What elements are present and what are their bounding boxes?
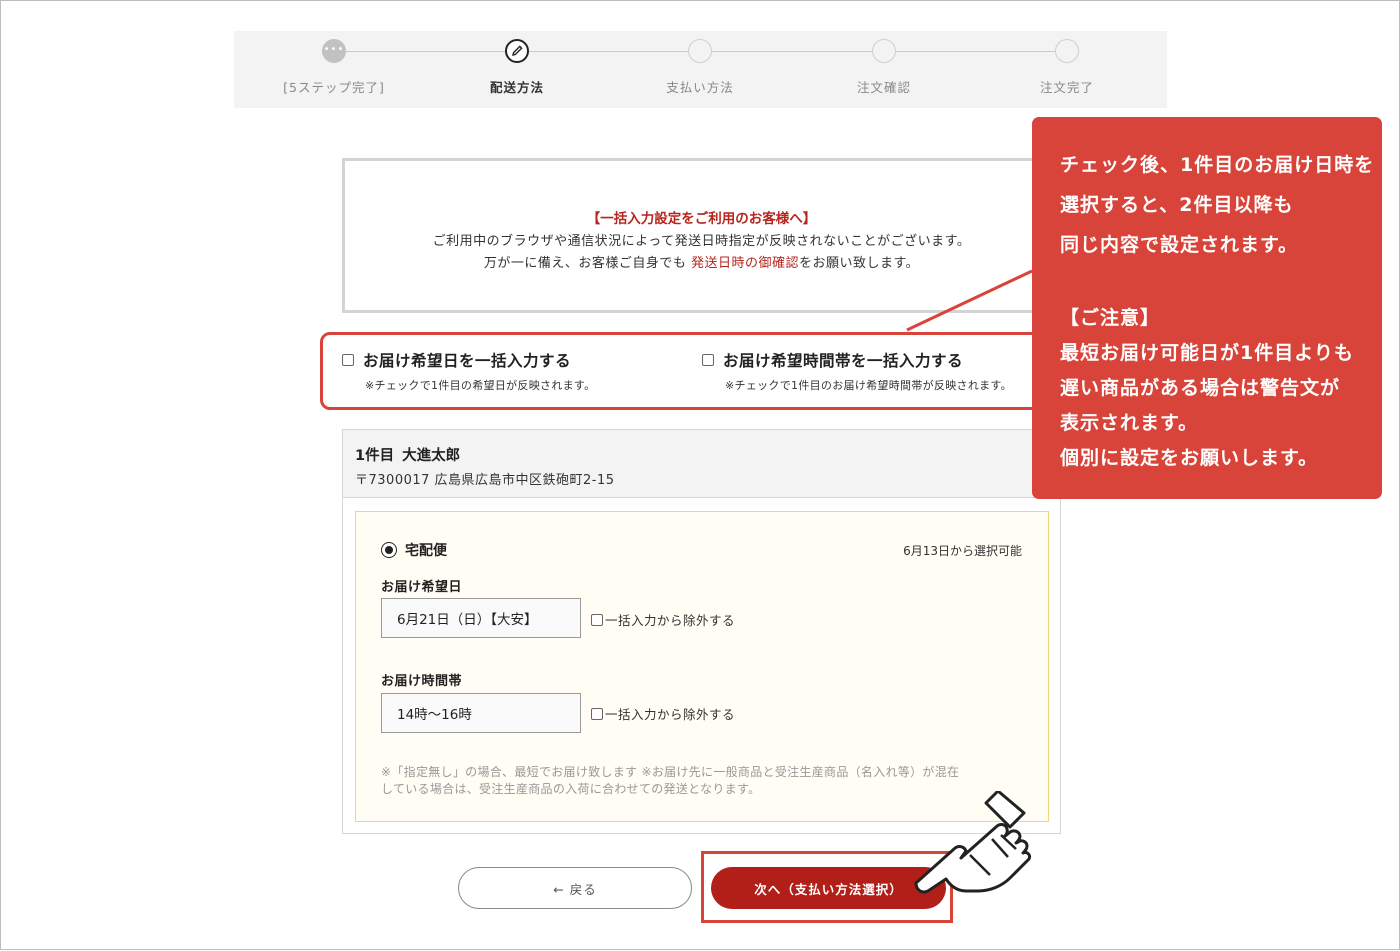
check-shipping-link[interactable]: 発送日時の御確認 — [691, 256, 799, 271]
delivery-time-label: お届け時間帯 — [381, 674, 463, 689]
notice-line: ご利用中のブラウザや通信状況によって発送日時指定が反映されないことがございます。 — [432, 234, 971, 249]
exclude-date-option[interactable]: 一括入力から除外する — [591, 610, 735, 629]
recipient-name-text: 大進太郎 — [402, 448, 461, 464]
delivery-date-label: お届け希望日 — [381, 580, 463, 595]
notice-title: 【一括入力設定をご利用のお客様へ】 — [586, 211, 817, 227]
callout-caution-title: 【ご注意】 — [1060, 307, 1161, 329]
step-circle — [872, 39, 896, 63]
back-button[interactable]: ← 戻る — [458, 867, 692, 909]
callout-text: 選択すると、2件目以降も — [1060, 194, 1294, 216]
step-label: 注文完了 — [1039, 80, 1094, 95]
callout-text: 遅い商品がある場合は警告文が — [1060, 377, 1341, 399]
step-circle — [688, 39, 712, 63]
notice-text: 万が一に備え、お客様ご自身でも — [483, 256, 687, 271]
pointing-hand-icon — [914, 791, 1031, 894]
step-label: [5ステップ完了] — [283, 80, 385, 95]
delivery-method-option[interactable]: 宅配便 — [381, 540, 447, 560]
step-circle — [1055, 39, 1079, 63]
step-payment: 支払い方法 — [630, 39, 770, 96]
callout-text: チェック後、1件目のお届け日時を — [1060, 154, 1375, 176]
delivery-note-line: ※「指定無し」の場合、最短でお届け致します ※お届け先に一般商品と受注生産商品（… — [381, 765, 960, 779]
bulk-time-label[interactable]: お届け希望時間帯を一括入力する — [723, 349, 963, 371]
bulk-date-option: お届け希望日を一括入力する ※チェックで1件目の希望日が反映されます。 — [342, 349, 595, 393]
recipient-index: 1件目 — [355, 448, 395, 464]
recipient-name: 1件目 大進太郎 — [355, 444, 1060, 465]
step-label: 注文確認 — [856, 80, 911, 95]
callout-text: 最短お届け可能日が1件目よりも — [1060, 342, 1354, 364]
exclude-time-checkbox[interactable] — [591, 707, 603, 720]
bulk-date-label[interactable]: お届け希望日を一括入力する — [363, 349, 571, 371]
recipient-card: 1件目 大進太郎 〒7300017 広島県広島市中区鉄砲町2-15 宅配便 6月1… — [342, 429, 1061, 834]
instruction-callout: チェック後、1件目のお届け日時を 選択すると、2件目以降も 同じ内容で設定されま… — [1032, 117, 1382, 499]
bulk-date-note: ※チェックで1件目の希望日が反映されます。 — [365, 379, 596, 392]
available-date-note: 6月13日から選択可能 — [903, 544, 1022, 558]
radio-selected-icon[interactable] — [381, 542, 397, 558]
delivery-panel: 宅配便 6月13日から選択可能 お届け希望日 6月21日（日）【大安】 一括入力… — [355, 511, 1049, 822]
bulk-date-checkbox[interactable] — [342, 354, 354, 366]
exclude-time-option[interactable]: 一括入力から除外する — [591, 704, 735, 723]
checkout-stepper: ••• [5ステップ完了] 配送方法 支払い方法 注文確認 注文完了 — [234, 31, 1167, 108]
delivery-date-select[interactable]: 6月21日（日）【大安】 — [381, 598, 581, 638]
ellipsis-icon: ••• — [322, 39, 346, 63]
step-complete-order: 注文完了 — [997, 39, 1137, 96]
bulk-time-checkbox[interactable] — [702, 354, 714, 366]
bulk-input-notice: 【一括入力設定をご利用のお客様へ】 ご利用中のブラウザや通信状況によって発送日時… — [342, 158, 1061, 313]
recipient-address: 〒7300017 広島県広島市中区鉄砲町2-15 — [355, 473, 615, 488]
bulk-time-option: お届け希望時間帯を一括入力する ※チェックで1件目のお届け希望時間帯が反映されま… — [702, 349, 1012, 393]
recipient-header: 1件目 大進太郎 〒7300017 広島県広島市中区鉄砲町2-15 — [343, 430, 1060, 498]
step-label: 配送方法 — [489, 80, 544, 95]
callout-text: 同じ内容で設定されます。 — [1060, 234, 1299, 256]
pencil-icon — [505, 39, 529, 63]
step-confirm: 注文確認 — [814, 39, 954, 96]
notice-line: 万が一に備え、お客様ご自身でも 発送日時の御確認をお願い致します。 — [345, 253, 1058, 275]
callout-text: 個別に設定をお願いします。 — [1060, 447, 1319, 469]
bulk-input-options: お届け希望日を一括入力する ※チェックで1件目の希望日が反映されます。 お届け希… — [320, 332, 1062, 410]
step-label: 支払い方法 — [666, 80, 734, 95]
exclude-time-label: 一括入力から除外する — [605, 707, 736, 722]
bulk-time-note: ※チェックで1件目のお届け希望時間帯が反映されます。 — [725, 379, 1012, 392]
delivery-time-select[interactable]: 14時～16時 — [381, 693, 581, 733]
exclude-date-label: 一括入力から除外する — [605, 613, 736, 628]
exclude-date-checkbox[interactable] — [591, 613, 603, 626]
callout-text: 表示されます。 — [1060, 412, 1199, 434]
step-shipping: 配送方法 — [447, 39, 587, 96]
step-complete: ••• [5ステップ完了] — [264, 39, 404, 96]
delivery-method-label: 宅配便 — [405, 543, 447, 559]
notice-text: をお願い致します。 — [798, 256, 920, 271]
